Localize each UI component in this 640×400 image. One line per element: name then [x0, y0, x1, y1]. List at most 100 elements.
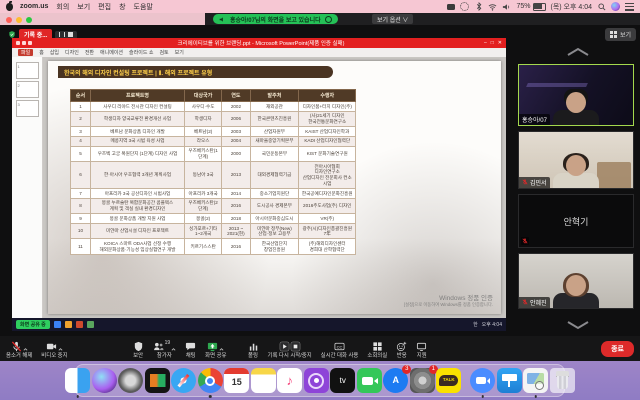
siri-icon[interactable]	[611, 2, 620, 11]
taskbar-app-icon[interactable]	[54, 321, 61, 328]
toolbar-reactions-button[interactable]: 반응	[396, 339, 407, 359]
view-options-button[interactable]: 보기 옵션 ∨	[372, 14, 413, 24]
dock-icon-keynote[interactable]	[497, 368, 522, 393]
participant-name-text: 홍승아/07	[522, 115, 547, 124]
toolbar-chat-button[interactable]: 채팅	[185, 339, 196, 359]
taskbar-powerpoint-icon[interactable]	[76, 321, 83, 328]
table-cell: 11	[71, 239, 91, 254]
volume-icon[interactable]	[502, 2, 511, 11]
ppt-tab-6[interactable]: 슬라이드 쇼	[129, 49, 153, 56]
ppt-tab-5[interactable]: 애니메이션	[100, 49, 123, 56]
ppt-tab-2[interactable]: 삽입	[50, 49, 59, 56]
running-indicator	[535, 395, 538, 398]
ppt-tab-3[interactable]: 디자인	[65, 49, 79, 56]
scroll-down-chevron-icon[interactable]	[564, 320, 592, 330]
participant-tile-3[interactable]: 안혁기	[518, 194, 634, 248]
dock-icon-finder[interactable]	[65, 368, 90, 393]
battery-indicator[interactable]: 75%	[516, 3, 545, 11]
menubar-app-name[interactable]: zoom.us	[20, 3, 48, 10]
dock-icon-launchpad[interactable]	[118, 368, 143, 393]
end-meeting-button[interactable]: 종료	[601, 341, 634, 357]
window-close-button[interactable]	[6, 17, 12, 23]
dock-icon-notes[interactable]	[251, 368, 276, 393]
minimize-icon[interactable]: –	[484, 40, 487, 46]
window-minimize-button[interactable]	[16, 17, 22, 23]
dock-icon-glyph: ♪	[287, 374, 294, 387]
toolbar-mic-button[interactable]: 음소거 해제	[6, 339, 32, 359]
pause-recording-icon[interactable]	[59, 32, 65, 37]
toolbar-label: 비디오 중지	[41, 351, 67, 359]
toolbar-security-button[interactable]: 보안	[133, 339, 144, 359]
apple-menu-icon[interactable]	[6, 3, 13, 11]
svg-text:CC: CC	[337, 344, 343, 349]
toolbar-share-button[interactable]: 화면 공유	[205, 339, 226, 359]
participant-tile-1[interactable]: 홍승아/07	[518, 64, 634, 126]
table-cell: (사)21세기 디자인 한국전통문화연구소	[299, 111, 356, 126]
toolbar-record-button[interactable]: 기록 다시 시작/중지	[268, 339, 312, 359]
bluetooth-icon[interactable]	[474, 2, 483, 11]
avatar-head	[566, 92, 586, 113]
maximize-icon[interactable]: □	[491, 40, 494, 46]
dock-icon-podcasts[interactable]	[304, 368, 329, 393]
close-icon[interactable]: ✕	[498, 40, 502, 46]
dock-icon-appletv[interactable]: tv	[330, 368, 355, 393]
ppt-tab-0[interactable]: 파일	[18, 49, 33, 56]
stop-recording-icon[interactable]	[68, 32, 73, 37]
display-icon[interactable]	[447, 4, 455, 10]
dock-icon-glyph: TALK	[439, 375, 458, 386]
slide-thumbnail[interactable]: 2	[16, 81, 39, 98]
ppt-tab-4[interactable]: 전환	[85, 49, 94, 56]
dock-icon-siri[interactable]	[92, 368, 117, 393]
watermark-line2: [설정]으로 이동하여 Windows를 정품 인증합니다.	[404, 302, 493, 308]
dock-icon-music[interactable]: ♪	[277, 368, 302, 393]
toolbar-polls-button[interactable]: 폴링	[248, 339, 259, 359]
gallery-view-button[interactable]: 보기	[605, 28, 636, 41]
slide-thumbnail-panel[interactable]: 1 2 3	[12, 57, 43, 318]
dock-icon-zoom[interactable]	[470, 368, 495, 393]
dock-icon-calendar[interactable]: 15	[224, 368, 249, 393]
menubar-menu-3[interactable]: 창	[119, 2, 125, 12]
toolbar-breakout-button[interactable]: 소회의실	[367, 339, 387, 359]
spotlight-icon[interactable]	[597, 2, 606, 11]
menubar-clock[interactable]: (목) 오후 4:04	[551, 2, 593, 12]
participant-tile-2[interactable]: 김민서	[518, 131, 634, 189]
dock-icon-appstore[interactable]: A3	[383, 368, 408, 393]
wifi-icon[interactable]	[488, 2, 497, 11]
menubar-menu-2[interactable]: 편집	[98, 2, 111, 12]
menubar-menu-0[interactable]: 회의	[56, 2, 69, 12]
control-center-icon[interactable]	[625, 3, 634, 11]
dock-icon-utility[interactable]	[145, 368, 170, 393]
ppt-tab-1[interactable]: 홈	[39, 49, 44, 56]
table-cell: 미얀마 산업시설 디자인 프로젝트	[90, 224, 184, 239]
toolbar-video-button[interactable]: 비디오 중지	[41, 339, 67, 359]
ime-indicator[interactable]: 한	[473, 321, 478, 328]
tray-clock[interactable]: 오후 4:04	[482, 321, 502, 328]
dock-icon-chrome[interactable]	[198, 368, 223, 393]
dock-icon-preview[interactable]	[523, 368, 548, 393]
participant-tile-4[interactable]: 안혜진	[518, 253, 634, 309]
dock-icon-safari[interactable]	[171, 368, 196, 393]
dock-icon-settings[interactable]: 1	[410, 368, 435, 393]
focus-icon[interactable]	[460, 2, 469, 11]
toolbar-support-button[interactable]: 지원	[416, 339, 427, 359]
shared-screen: 크리에이티브를 위한 브랜딩.ppt - Microsoft PowerPoin…	[12, 38, 506, 331]
window-zoom-button[interactable]	[26, 17, 32, 23]
taskbar-app-icon[interactable]	[87, 321, 94, 328]
toolbar-participants-button[interactable]: 19참가자	[153, 339, 177, 359]
dock-icon-facetime[interactable]	[357, 368, 382, 393]
toolbar-cc-button[interactable]: CC실시간 대화 사용	[321, 339, 359, 359]
dock-icon-trash[interactable]	[550, 368, 575, 393]
taskbar-app-icon[interactable]	[65, 321, 72, 328]
powerpoint-quick-access-icons[interactable]	[16, 41, 32, 45]
zoom-window-titlebar: 홍승아/07님의 화면을 보고 있습니다 보기 옵션 ∨	[0, 13, 640, 25]
slide-thumbnail[interactable]: 3	[16, 100, 39, 117]
ppt-tab-7[interactable]: 검토	[159, 49, 168, 56]
ppt-tab-8[interactable]: 보기	[175, 49, 184, 56]
scroll-up-chevron-icon[interactable]	[564, 47, 592, 57]
powerpoint-window-controls[interactable]: –□ ✕	[484, 40, 502, 46]
slide-thumbnail[interactable]: 1	[16, 62, 39, 79]
dock-icon-kakaotalk[interactable]: TALK	[436, 368, 461, 393]
project-table-header: 순서프로젝트명대상국가연도발주처수행자	[71, 90, 356, 102]
menubar-menu-4[interactable]: 도움말	[134, 2, 153, 12]
menubar-menu-1[interactable]: 보기	[77, 2, 90, 12]
